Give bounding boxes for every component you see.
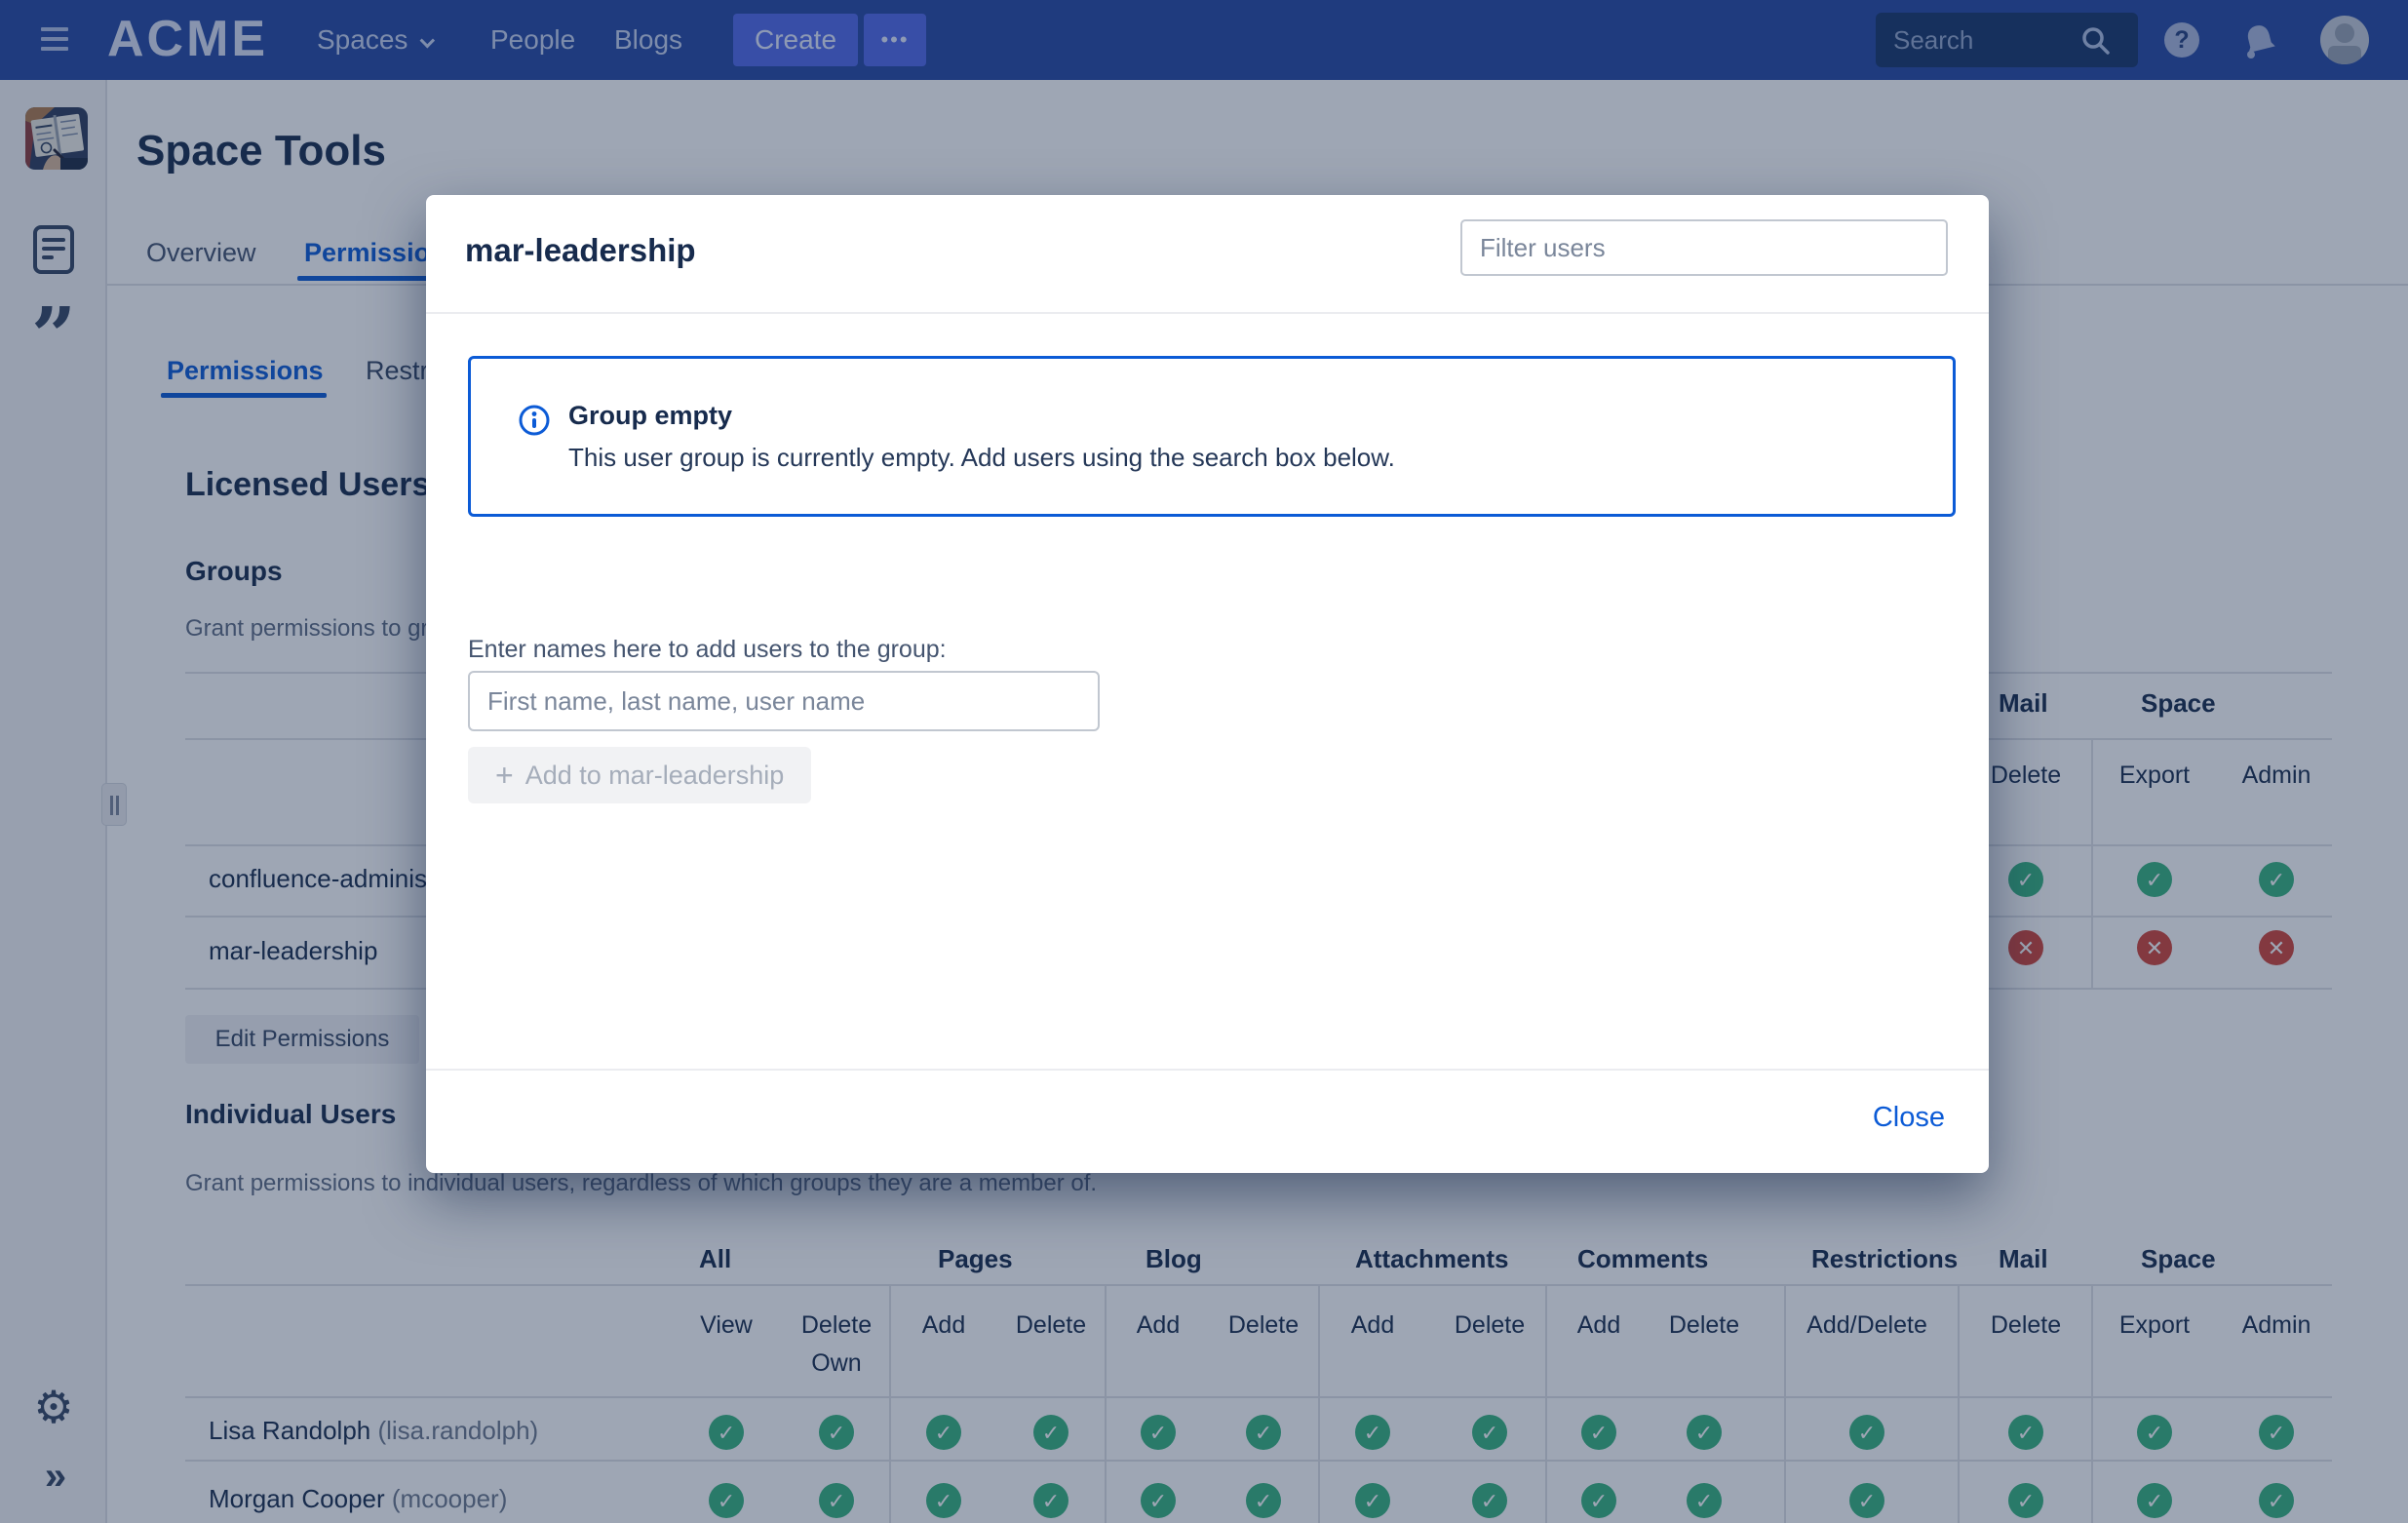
close-link[interactable]: Close	[1873, 1102, 1945, 1134]
group-empty-info-panel: Group empty This user group is currently…	[468, 356, 1956, 517]
add-users-input[interactable]	[468, 671, 1100, 731]
info-icon	[518, 404, 551, 442]
filter-users-input[interactable]	[1460, 219, 1948, 276]
add-users-label: Enter names here to add users to the gro…	[468, 636, 947, 664]
info-title: Group empty	[568, 401, 732, 431]
dialog-title: mar-leadership	[465, 232, 696, 269]
plus-icon: +	[495, 758, 514, 793]
dialog-footer-divider	[426, 1069, 1989, 1071]
dialog-header-divider	[426, 312, 1989, 314]
info-body: This user group is currently empty. Add …	[568, 443, 1395, 473]
app-window: ACME Spaces People Blogs Create ••• ?	[0, 0, 2408, 1523]
group-members-dialog: mar-leadership Group empty This user gro…	[426, 195, 1989, 1173]
add-to-group-button[interactable]: +Add to mar-leadership	[468, 747, 811, 803]
